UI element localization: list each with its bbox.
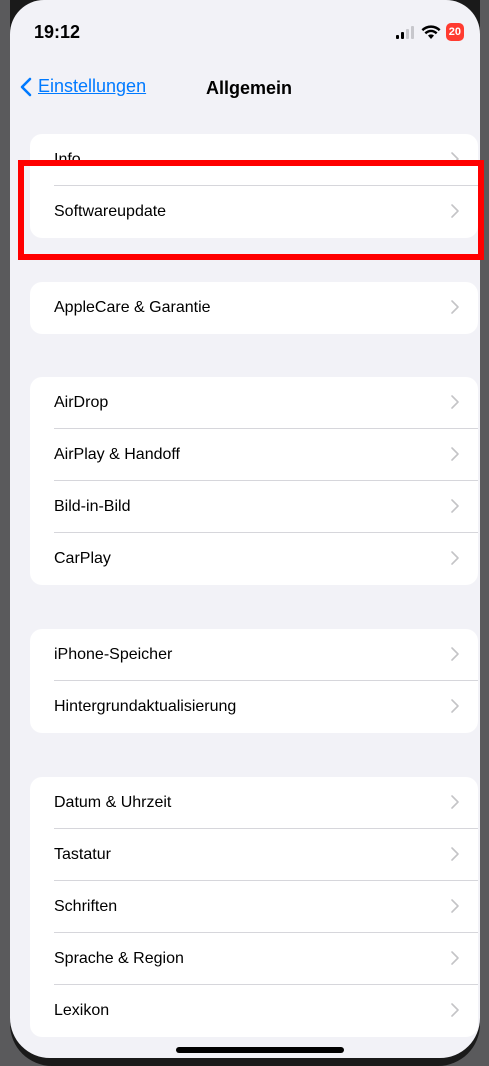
settings-group-4: iPhone-Speicher Hintergrundaktualisierun… — [30, 629, 478, 733]
row-label: Sprache & Region — [54, 950, 184, 967]
chevron-right-icon — [451, 447, 459, 461]
settings-group-3: AirDrop AirPlay & Handoff Bild-in-Bild C… — [30, 377, 478, 585]
chevron-right-icon — [451, 152, 459, 166]
row-lexikon[interactable]: Lexikon — [30, 985, 478, 1037]
row-label: Softwareupdate — [54, 203, 167, 220]
row-tastatur[interactable]: Tastatur — [30, 829, 478, 881]
row-datum-uhrzeit[interactable]: Datum & Uhrzeit — [30, 777, 478, 829]
status-bar: 19:12 20 — [10, 0, 480, 60]
row-label: Tastatur — [54, 846, 111, 863]
chevron-right-icon — [451, 699, 459, 713]
battery-icon: 20 — [445, 23, 464, 41]
status-icons: 20 — [395, 22, 464, 42]
chevron-right-icon — [451, 499, 459, 513]
home-indicator — [176, 1047, 344, 1053]
settings-group-1: Info Softwareupdate — [30, 134, 478, 238]
chevron-right-icon — [451, 847, 459, 861]
row-label: Info — [54, 151, 81, 168]
back-button-label: Einstellungen — [38, 76, 147, 96]
row-label: Hintergrundaktualisierung — [54, 698, 237, 715]
row-bild-in-bild[interactable]: Bild-in-Bild — [30, 481, 478, 533]
chevron-right-icon — [451, 395, 459, 409]
chevron-right-icon — [451, 647, 459, 661]
row-carplay[interactable]: CarPlay — [30, 533, 478, 585]
settings-screen: 19:12 20 Einstellungen Allgemein Info So… — [10, 0, 480, 1058]
row-airplay-handoff[interactable]: AirPlay & Handoff — [30, 429, 478, 481]
row-label: Schriften — [54, 898, 118, 915]
row-schriften[interactable]: Schriften — [30, 881, 478, 933]
row-label: CarPlay — [54, 550, 111, 567]
wifi-icon — [421, 24, 441, 39]
chevron-left-icon — [20, 77, 32, 96]
navigation-bar: Einstellungen Allgemein — [10, 70, 480, 110]
chevron-right-icon — [451, 204, 459, 218]
cellular-signal-icon — [395, 26, 414, 39]
status-time: 19:12 — [34, 22, 81, 42]
chevron-right-icon — [451, 551, 459, 565]
chevron-right-icon — [451, 899, 459, 913]
row-hintergrundaktualisierung[interactable]: Hintergrundaktualisierung — [30, 681, 478, 733]
row-info[interactable]: Info — [30, 134, 478, 186]
row-iphone-speicher[interactable]: iPhone-Speicher — [30, 629, 478, 681]
chevron-right-icon — [451, 795, 459, 809]
chevron-right-icon — [451, 951, 459, 965]
row-applecare[interactable]: AppleCare & Garantie — [30, 282, 478, 334]
row-label: AirDrop — [54, 394, 109, 411]
settings-group-2: AppleCare & Garantie — [30, 282, 478, 334]
page-title: Allgemein — [206, 78, 293, 98]
row-label: iPhone-Speicher — [54, 646, 173, 663]
row-label: Bild-in-Bild — [54, 498, 131, 515]
row-sprache-region[interactable]: Sprache & Region — [30, 933, 478, 985]
chevron-right-icon — [451, 300, 459, 314]
chevron-right-icon — [451, 1003, 459, 1017]
row-airdrop[interactable]: AirDrop — [30, 377, 478, 429]
row-label: Datum & Uhrzeit — [54, 794, 172, 811]
row-label: Lexikon — [54, 1002, 110, 1019]
back-button[interactable]: Einstellungen — [20, 76, 146, 97]
row-label: AppleCare & Garantie — [54, 299, 211, 316]
row-softwareupdate[interactable]: Softwareupdate — [30, 186, 478, 238]
settings-group-5: Datum & Uhrzeit Tastatur Schriften Sprac… — [30, 777, 478, 1037]
phone-frame: 19:12 20 Einstellungen Allgemein Info So… — [10, 0, 480, 1066]
row-label: AirPlay & Handoff — [54, 446, 180, 463]
